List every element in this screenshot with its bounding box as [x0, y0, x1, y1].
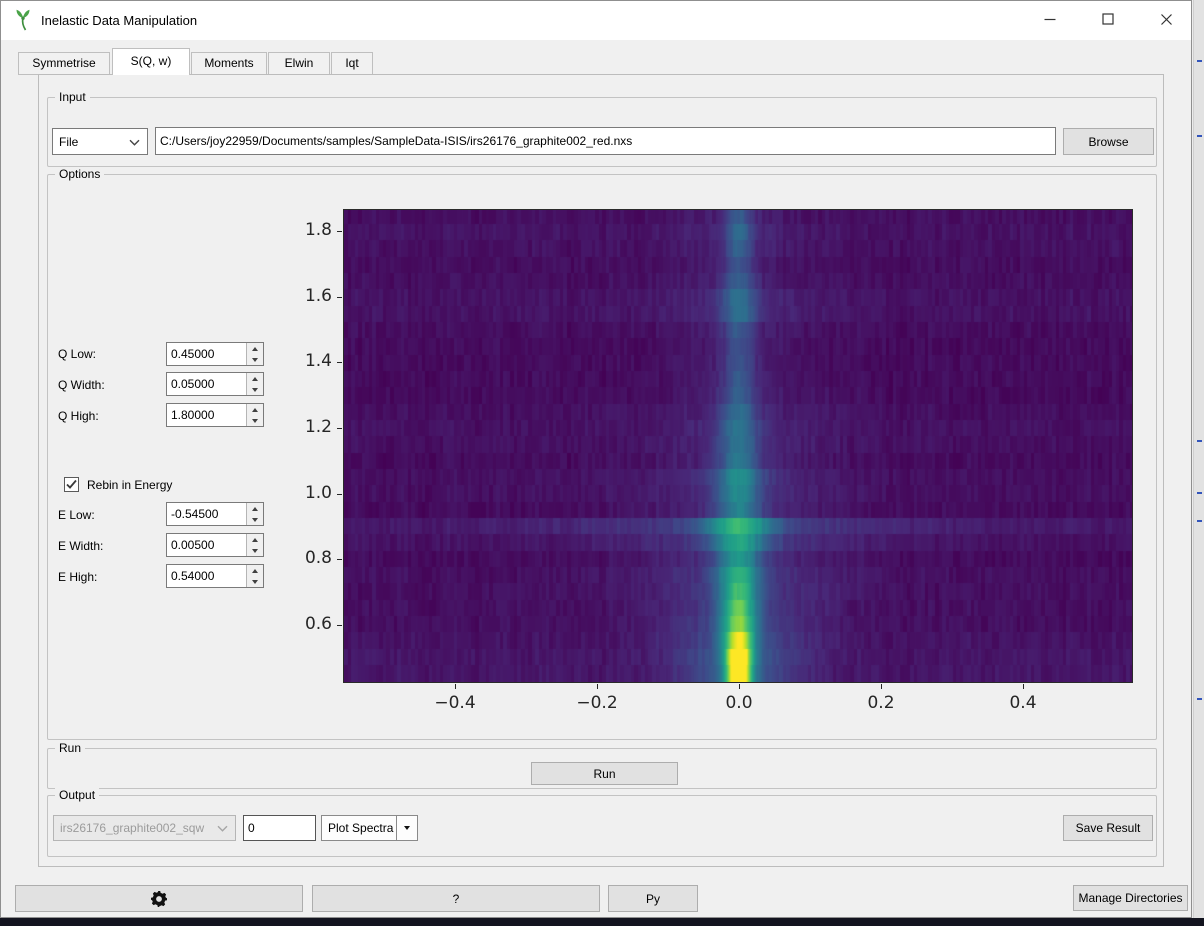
- spin-up-icon[interactable]: [247, 565, 263, 576]
- minimize-icon: [1043, 12, 1057, 26]
- input-source-value: File: [59, 135, 78, 149]
- spin-up-icon[interactable]: [247, 343, 263, 354]
- tab-moments[interactable]: Moments: [191, 52, 267, 75]
- q-width-label: Q Width:: [58, 378, 105, 392]
- rebin-energy-checkbox[interactable]: [64, 477, 79, 492]
- e-high-spinbox[interactable]: [166, 564, 264, 588]
- rebin-energy-label: Rebin in Energy: [87, 478, 172, 492]
- run-button[interactable]: Run: [531, 762, 678, 785]
- run-group: Run Run: [47, 748, 1157, 789]
- settings-button[interactable]: [15, 885, 303, 912]
- chevron-down-icon: [129, 139, 140, 146]
- maximize-icon: [1101, 12, 1115, 26]
- gear-icon: [151, 891, 167, 907]
- e-high-value[interactable]: [167, 565, 245, 587]
- sqw-heatmap-canvas[interactable]: [344, 210, 1132, 682]
- title-bar: Inelastic Data Manipulation: [1, 1, 1191, 40]
- tab-iqt[interactable]: Iqt: [331, 52, 373, 75]
- plot-spectra-label: Plot Spectra: [328, 821, 393, 835]
- output-group: Output irs26176_graphite002_sqw Plot Spe…: [47, 795, 1157, 857]
- plot-spectra-dropdown-arrow[interactable]: [396, 816, 417, 840]
- run-group-label: Run: [55, 741, 85, 755]
- q-width-value[interactable]: [167, 373, 245, 395]
- help-button[interactable]: ?: [312, 885, 600, 912]
- spin-down-icon[interactable]: [247, 514, 263, 525]
- spin-up-icon[interactable]: [247, 373, 263, 384]
- spin-down-icon[interactable]: [247, 415, 263, 426]
- spin-up-icon[interactable]: [247, 503, 263, 514]
- q-high-spinbox[interactable]: [166, 403, 264, 427]
- sqw-heatmap-plot[interactable]: [343, 209, 1133, 683]
- background-window-right-strip: [1193, 0, 1204, 918]
- app-window: Inelastic Data Manipulation Symmetrise S…: [0, 0, 1192, 918]
- spin-down-icon[interactable]: [247, 576, 263, 587]
- e-low-label: E Low:: [58, 508, 95, 522]
- window-title: Inelastic Data Manipulation: [41, 13, 197, 28]
- e-high-label: E High:: [58, 570, 97, 584]
- output-workspace-name: irs26176_graphite002_sqw: [60, 821, 204, 835]
- output-group-label: Output: [55, 788, 99, 802]
- tab-symmetrise[interactable]: Symmetrise: [18, 52, 110, 75]
- e-low-spinbox[interactable]: [166, 502, 264, 526]
- spin-down-icon[interactable]: [247, 384, 263, 395]
- q-high-value[interactable]: [167, 404, 245, 426]
- manage-directories-button[interactable]: Manage Directories: [1073, 885, 1188, 911]
- mantid-logo-icon: [12, 9, 34, 31]
- spin-down-icon[interactable]: [247, 354, 263, 365]
- e-width-value[interactable]: [167, 534, 245, 556]
- e-width-spinbox[interactable]: [166, 533, 264, 557]
- browse-button[interactable]: Browse: [1063, 128, 1154, 155]
- close-icon: [1159, 12, 1174, 27]
- python-export-button[interactable]: Py: [608, 885, 698, 912]
- tab-elwin[interactable]: Elwin: [268, 52, 330, 75]
- tab-sqw[interactable]: S(Q, w): [112, 48, 190, 75]
- q-low-value[interactable]: [167, 343, 245, 365]
- save-result-button[interactable]: Save Result: [1063, 815, 1153, 841]
- spin-up-icon[interactable]: [247, 404, 263, 415]
- output-workspace-combobox: irs26176_graphite002_sqw: [53, 815, 236, 841]
- options-group-label: Options: [55, 167, 104, 181]
- e-width-label: E Width:: [58, 539, 103, 553]
- q-low-label: Q Low:: [58, 347, 96, 361]
- background-window-bottom-strip: [0, 918, 1204, 926]
- maximize-button[interactable]: [1085, 3, 1131, 35]
- q-high-label: Q High:: [58, 409, 99, 423]
- e-low-value[interactable]: [167, 503, 245, 525]
- close-button[interactable]: [1143, 3, 1189, 35]
- chevron-down-icon: [217, 825, 228, 832]
- q-low-spinbox[interactable]: [166, 342, 264, 366]
- plot-spectra-button[interactable]: Plot Spectra: [321, 815, 418, 841]
- input-group-label: Input: [55, 90, 90, 104]
- file-path-input[interactable]: [155, 127, 1056, 155]
- spin-up-icon[interactable]: [247, 534, 263, 545]
- input-source-combobox[interactable]: File: [52, 128, 148, 155]
- q-width-spinbox[interactable]: [166, 372, 264, 396]
- minimize-button[interactable]: [1027, 3, 1073, 35]
- spin-down-icon[interactable]: [247, 545, 263, 556]
- checkmark-icon: [65, 478, 78, 491]
- input-group: Input File Browse: [47, 97, 1157, 167]
- triangle-down-icon: [404, 826, 410, 830]
- spectra-index-input[interactable]: [243, 815, 316, 841]
